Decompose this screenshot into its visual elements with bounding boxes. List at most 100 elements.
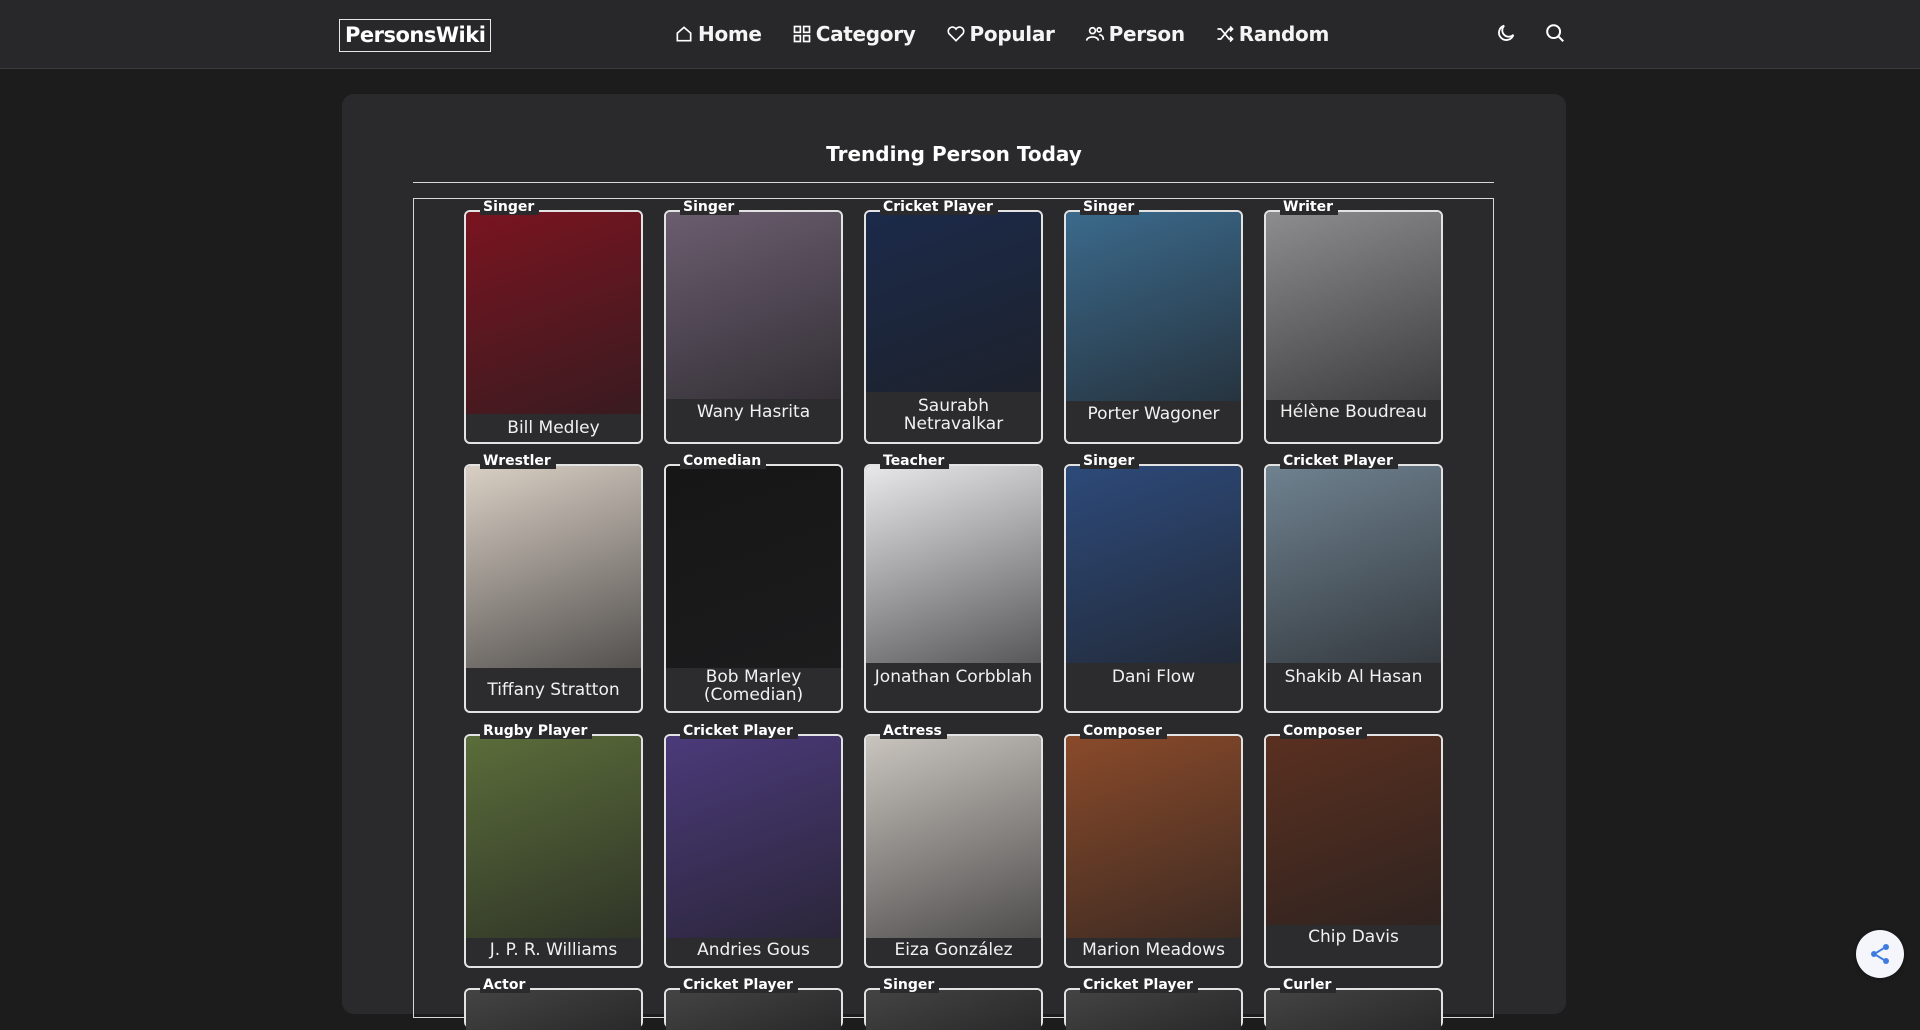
person-name: J. P. R. Williams [489,940,618,960]
person-card[interactable]: Wrestler Tiffany Stratton [464,453,643,713]
person-photo [466,466,641,668]
nav-category[interactable]: Category [792,22,916,46]
person-card[interactable]: Curler [1264,977,1443,1030]
category-tag[interactable]: Composer [1080,723,1167,739]
section-title: Trending Person Today [826,142,1082,166]
person-photo [1266,466,1441,663]
category-tag[interactable]: Singer [680,199,740,215]
person-card[interactable]: Composer Marion Meadows [1064,723,1243,968]
person-name: Shakib Al Hasan [1284,667,1423,687]
share-icon [1871,944,1889,964]
title-divider [413,182,1494,183]
person-card[interactable]: Writer Hélène Boudreau [1264,199,1443,444]
category-tag[interactable]: Actor [480,977,531,993]
nav-popular-label: Popular [969,22,1055,46]
person-photo [666,212,841,399]
home-icon [676,26,692,42]
person-photo [466,736,641,938]
person-card[interactable]: Singer [864,977,1043,1030]
category-tag[interactable]: Composer [1280,723,1367,739]
person-photo [866,736,1041,938]
category-tag[interactable]: Singer [1080,199,1140,215]
category-tag[interactable]: Singer [480,199,540,215]
site-logo[interactable]: PersonsWiki [339,19,492,52]
person-name: Tiffany Stratton [487,680,620,700]
person-photo [1266,736,1441,925]
search-button[interactable] [1544,22,1566,44]
category-tag[interactable]: Wrestler [480,453,556,469]
moon-icon [1498,24,1515,41]
person-card[interactable]: Cricket Player Andries Gous [664,723,843,968]
person-card[interactable]: Rugby Player J. P. R. Williams [464,723,643,968]
person-name: Hélène Boudreau [1280,402,1427,422]
person-name: Marion Meadows [1082,940,1225,960]
person-name: Dani Flow [1111,667,1196,687]
category-tag[interactable]: Singer [1080,453,1140,469]
category-tag[interactable]: Comedian [680,453,767,469]
person-photo [666,466,841,668]
nav-person-label: Person [1108,22,1185,46]
nav-popular[interactable]: Popular [946,22,1055,46]
person-name: Jonathan Corbblah [874,667,1033,687]
person-photo [666,990,841,1030]
person-photo [1066,466,1241,663]
person-photo [1066,990,1241,1030]
category-tag[interactable]: Writer [1280,199,1338,215]
person-name: Andries Gous [697,940,810,960]
shuffle-icon [1217,25,1234,43]
category-tag[interactable]: Rugby Player [480,723,593,739]
person-photo [866,212,1041,392]
person-photo [866,990,1041,1030]
nav-random-label: Random [1238,22,1330,46]
category-tag[interactable]: Cricket Player [880,199,998,215]
person-card[interactable]: Comedian Bob Marley (Comedian) [664,453,843,713]
category-tag[interactable]: Cricket Player [1280,453,1398,469]
grid-icon [793,25,811,43]
person-card[interactable]: Cricket Player Shakib Al Hasan [1264,453,1443,713]
person-card[interactable]: Actress Eiza González [864,723,1043,968]
person-card[interactable]: Actor [464,977,643,1030]
person-photo [666,736,841,938]
person-name: Eiza González [894,940,1013,960]
category-tag[interactable]: Curler [1280,977,1337,993]
nav-home[interactable]: Home [674,22,762,46]
top-navbar: PersonsWiki Home Category Popular Person… [0,0,1920,69]
person-card[interactable]: Composer Chip Davis [1264,723,1443,968]
nav-random[interactable]: Random [1215,22,1329,46]
nav-person[interactable]: Person [1085,22,1185,46]
category-tag[interactable]: Singer [880,977,940,993]
people-icon [1085,26,1104,41]
person-card[interactable]: Singer Wany Hasrita [664,199,843,444]
person-photo [466,212,641,414]
person-card[interactable]: Cricket Player [1064,977,1243,1030]
nav-category-label: Category [815,22,916,46]
category-tag[interactable]: Teacher [880,453,950,469]
person-photo [1066,212,1241,401]
person-card[interactable]: Cricket Player Saurabh Netravalkar [864,199,1043,444]
person-name: Wany Hasrita [696,402,811,422]
person-card[interactable]: Singer Bill Medley [464,199,643,444]
person-name: Porter Wagoner [1087,404,1220,424]
heart-icon [947,26,965,42]
share-button[interactable] [1856,930,1904,978]
person-photo [466,990,641,1030]
category-tag[interactable]: Cricket Player [680,723,798,739]
person-name: Bill Medley [507,418,600,438]
category-tag[interactable]: Cricket Player [680,977,798,993]
person-photo [1266,990,1441,1030]
person-card[interactable]: Cricket Player [664,977,843,1030]
nav-home-label: Home [698,22,762,46]
person-card[interactable]: Singer Porter Wagoner [1064,199,1243,444]
person-photo [866,466,1041,663]
category-tag[interactable]: Cricket Player [1080,977,1198,993]
search-icon [1546,24,1564,42]
person-card[interactable]: Singer Dani Flow [1064,453,1243,713]
category-tag[interactable]: Actress [880,723,947,739]
main-nav: Home Category Popular Person Random [674,22,1329,46]
person-photo [1266,212,1441,400]
theme-toggle-button[interactable] [1495,22,1517,44]
person-card[interactable]: Teacher Jonathan Corbblah [864,453,1043,713]
person-name: Bob Marley (Comedian) [703,667,804,705]
person-photo [1066,736,1241,938]
person-name: Saurabh Netravalkar [903,396,1004,434]
